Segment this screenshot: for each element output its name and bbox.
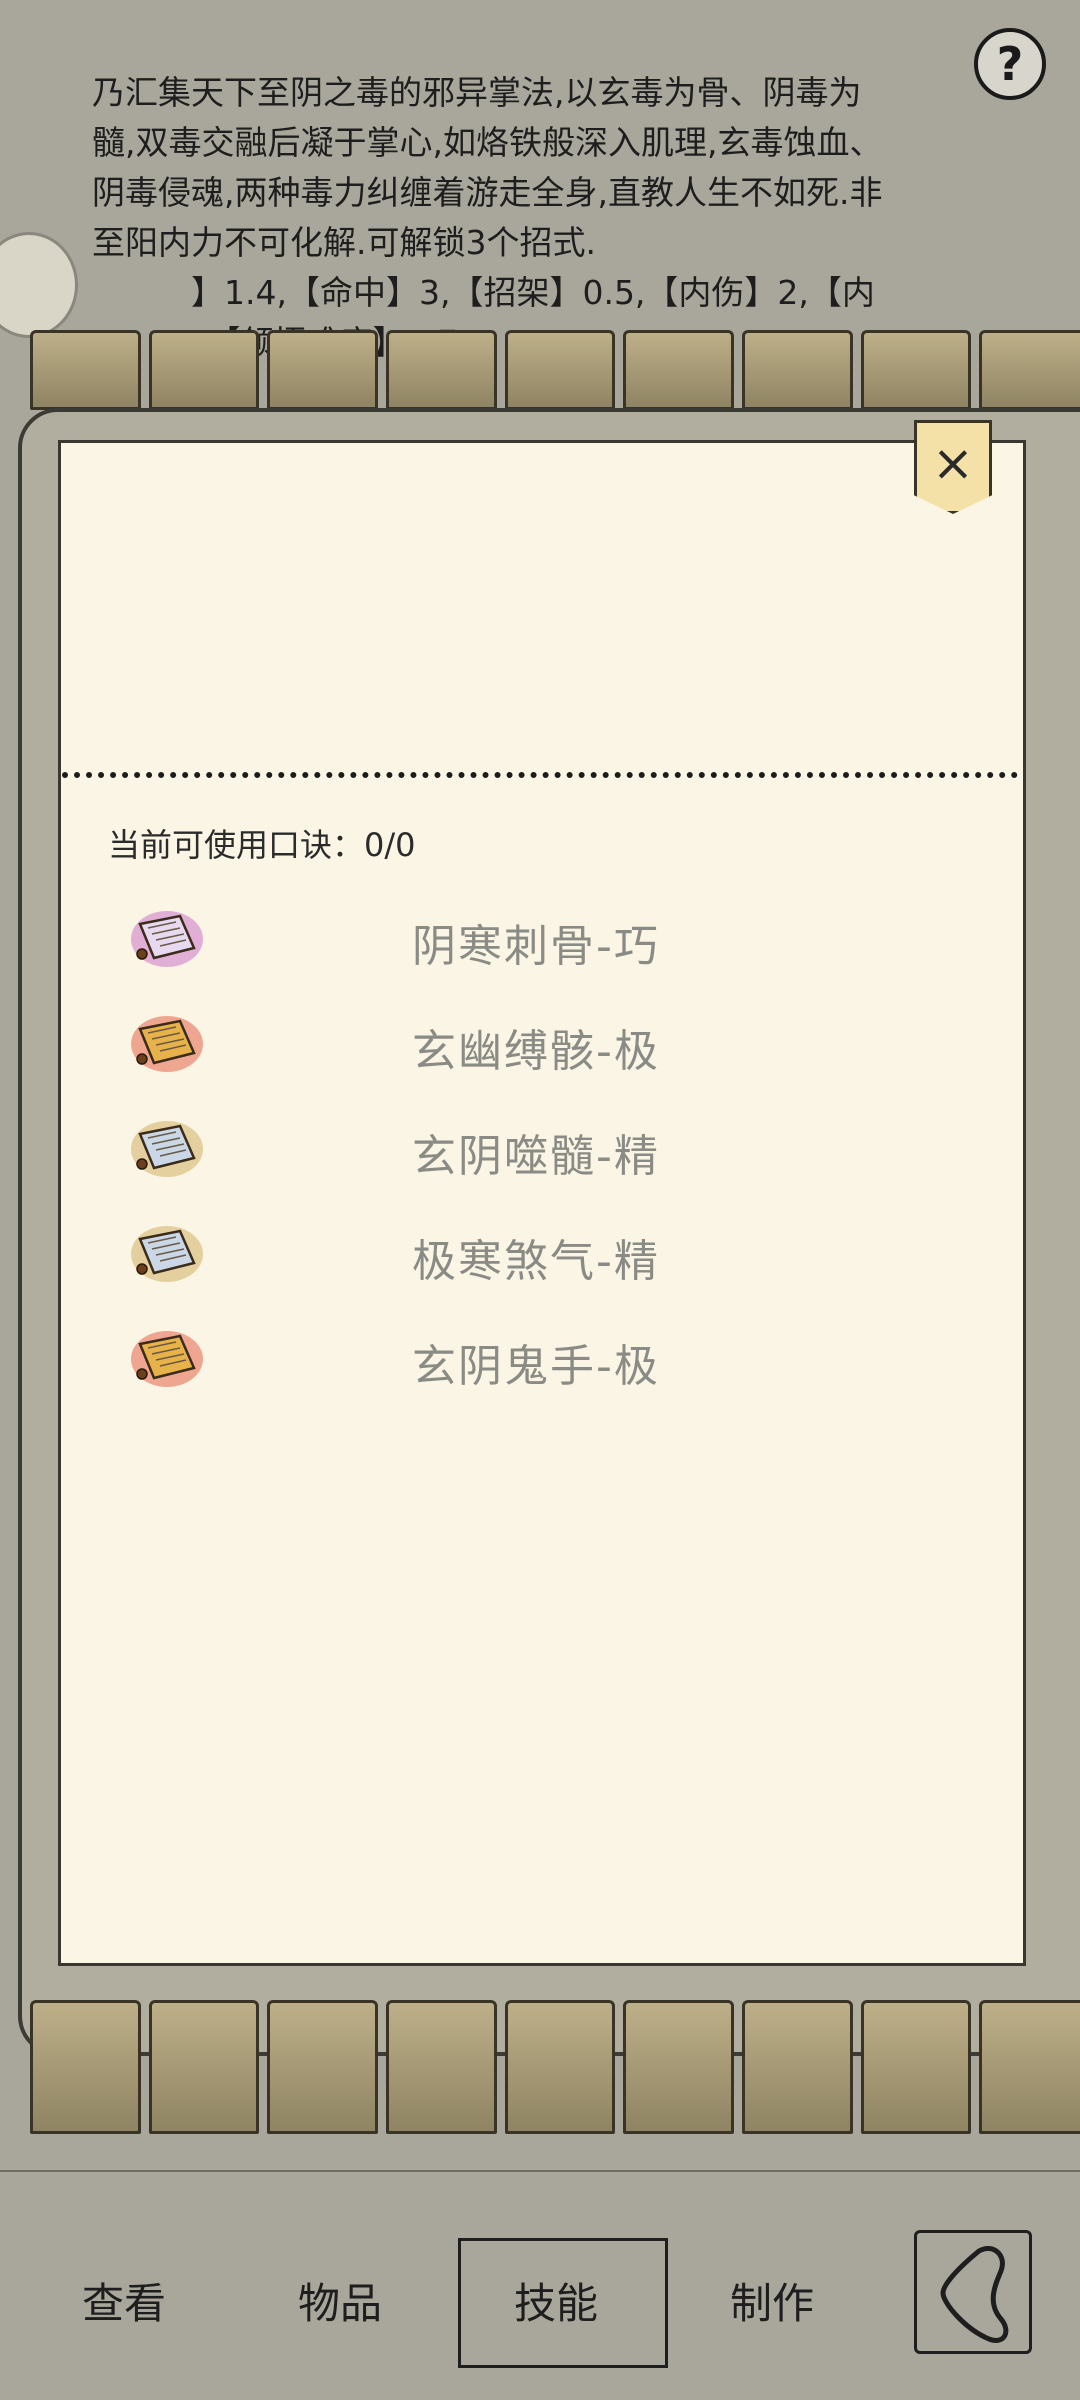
back-arrow-icon	[940, 2246, 1009, 2343]
mantra-name: 极寒煞气-精	[412, 1236, 660, 1287]
tab-view[interactable]: 查看	[82, 2270, 166, 2331]
description-line: 至阳内力不可化解.可解锁3个招式.	[92, 223, 596, 262]
scroll-icon-purple	[128, 906, 206, 972]
tab-items[interactable]: 物品	[298, 2270, 382, 2331]
mantra-item[interactable]: 玄阴鬼手-极	[128, 1320, 1008, 1425]
scroll-icon-blue	[128, 1116, 206, 1182]
mantra-item[interactable]: 阴寒刺骨-巧	[128, 900, 1008, 1005]
back-button[interactable]	[914, 2230, 1032, 2354]
scroll-icon-orange	[128, 1011, 206, 1077]
description-line: 阴毒侵魂,两种毒力纠缠着游走全身,直教人生不如死.非	[92, 173, 883, 212]
mantra-name: 玄幽缚骸-极	[412, 1026, 660, 1077]
mantra-item[interactable]: 玄阴噬髓-精	[128, 1110, 1008, 1215]
scroll-rolls-top	[30, 330, 1080, 410]
mantra-item[interactable]: 玄幽缚骸-极	[128, 1005, 1008, 1110]
description-line: 】1.4,【命中】3,【招架】0.5,【内伤】2,【内	[92, 273, 875, 312]
help-button[interactable]: ?	[974, 28, 1046, 100]
description-line: 髓,双毒交融后凝于掌心,如烙铁般深入肌理,玄毒蚀血、	[92, 123, 883, 162]
mantra-item[interactable]: 极寒煞气-精	[128, 1215, 1008, 1320]
ground-line	[0, 2170, 1080, 2172]
tab-crafting[interactable]: 制作	[730, 2270, 814, 2331]
dotted-divider	[62, 772, 1018, 778]
mantra-name: 玄阴噬髓-精	[412, 1131, 660, 1182]
close-button[interactable]: ×	[914, 420, 992, 514]
mantra-list: 阴寒刺骨-巧 玄幽缚骸-极 玄阴噬髓-精 极寒煞气-精 玄阴鬼手-极	[128, 900, 1008, 1425]
side-badge-icon[interactable]	[0, 232, 78, 338]
mantra-name: 玄阴鬼手-极	[412, 1341, 660, 1392]
skill-description: 乃汇集天下至阴之毒的邪异掌法,以玄毒为骨、阴毒为 髓,双毒交融后凝于掌心,如烙铁…	[92, 68, 992, 368]
scroll-icon-orange	[128, 1326, 206, 1392]
description-line: 乃汇集天下至阴之毒的邪异掌法,以玄毒为骨、阴毒为	[92, 73, 862, 112]
scroll-rolls-bottom	[30, 2000, 1080, 2134]
scroll-icon-blue	[128, 1221, 206, 1287]
mantra-count-label: 当前可使用口诀：0/0	[108, 826, 416, 864]
tab-skills[interactable]: 技能	[514, 2270, 598, 2331]
mantra-name: 阴寒刺骨-巧	[412, 921, 660, 972]
